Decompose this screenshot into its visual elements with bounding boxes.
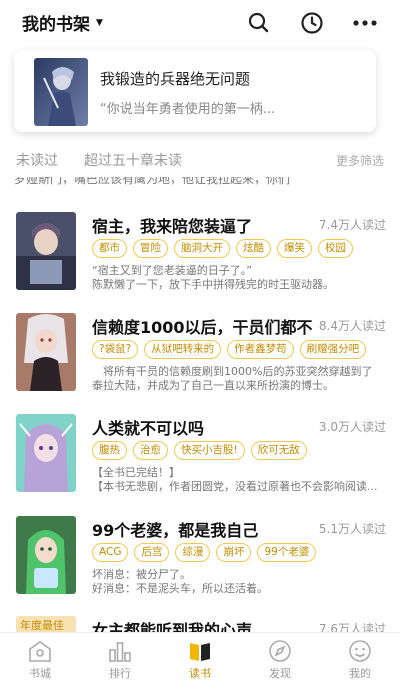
book-cover bbox=[16, 313, 76, 391]
tag-list: 都市 冒险 脑洞大开 炫酷 爆笑 校园 bbox=[92, 239, 353, 258]
partially-scrolled-text: 罗娅斯门，嘴巴应该有鹰为地，他让我拉起来，你们 bbox=[14, 177, 291, 186]
book-list-item[interactable]: 人类就不可以吗 3.0万人读过 腹热 治愈 快买小吉股! 欣可无敌 【全书已完结… bbox=[0, 414, 400, 510]
book-list-item[interactable]: 99个老婆，都是我自己 5.1万人读过 ACG 后宫 综漫 崩坏 99个老婆 坏… bbox=[0, 516, 400, 612]
description-line: 泰拉大陆，并成为了自己一直以来所扮演的博士。 bbox=[92, 379, 334, 392]
page-title: 我的书架 bbox=[22, 15, 90, 35]
bookshelf-title-dropdown[interactable]: 我的书架 ▼ bbox=[22, 10, 103, 35]
book-cover bbox=[16, 516, 76, 594]
book-title: 信赖度1000以后，干员们都不... bbox=[92, 318, 312, 337]
history-clock-icon[interactable] bbox=[297, 8, 327, 38]
nav-label: 排行 bbox=[109, 667, 131, 680]
featured-book-title: 我锻造的兵器绝无问题 bbox=[100, 70, 251, 88]
nav-item-ranking[interactable]: 排行 bbox=[80, 633, 160, 682]
bookstore-icon bbox=[27, 639, 53, 663]
book-tag[interactable]: 治愈 bbox=[133, 441, 168, 460]
book-title: 宿主，我来陪您装逼了 bbox=[92, 217, 253, 236]
description-line: 将所有干员的信赖度刷到1000%后的苏亚突然穿越到了 bbox=[92, 365, 373, 378]
book-tag[interactable]: 99个老婆 bbox=[257, 543, 317, 562]
book-tag[interactable]: ACG bbox=[92, 543, 129, 562]
book-description: “宿主又到了您老装逼的日子了。” 陈默懒了一下，放下手中拼得残完的时王驱动器。 bbox=[92, 264, 387, 292]
read-count: 3.0万人读过 bbox=[318, 420, 386, 434]
book-description: 将所有干员的信赖度刷到1000%后的苏亚突然穿越到了 泰拉大陆，并成为了自己一直… bbox=[92, 365, 387, 393]
book-list-item[interactable]: 宿主，我来陪您装逼了 7.4万人读过 都市 冒险 脑洞大开 炫酷 爆笑 校园 “… bbox=[0, 212, 400, 308]
filter-tab-unread[interactable]: 未读过 bbox=[16, 150, 58, 170]
nav-label: 发现 bbox=[269, 667, 291, 680]
book-cover: 年度最佳 bbox=[16, 616, 76, 632]
description-line: 【全书已完结！】 bbox=[92, 466, 180, 479]
nav-label: 读书 bbox=[189, 667, 211, 680]
featured-book-card[interactable]: 我锻造的兵器绝无问题 “你说当年勇者使用的第一柄... bbox=[14, 50, 376, 132]
book-cover bbox=[16, 212, 76, 290]
description-line: 坏消息：被分尸了。 bbox=[92, 568, 191, 581]
nav-label: 我的 bbox=[349, 667, 371, 680]
book-tag[interactable]: 腹热 bbox=[92, 441, 127, 460]
book-description: 【全书已完结！】 【本书无悲剧，作者团圆党，没看过原著也不会影响阅读... bbox=[92, 466, 387, 494]
book-tag[interactable]: 快买小吉股! bbox=[174, 441, 245, 460]
book-tag[interactable]: 炫酷 bbox=[236, 239, 271, 258]
book-list-item[interactable]: 年度最佳 女主都能听到我的心声 7.6万人读过 bbox=[0, 616, 400, 632]
featured-book-excerpt: “你说当年勇者使用的第一柄... bbox=[100, 102, 276, 117]
book-cover bbox=[16, 414, 76, 492]
tag-list: 腹热 治愈 快买小吉股! 欣可无敌 bbox=[92, 441, 307, 460]
tag-list: ?袋鼠? 从狱吧转来的 作者鑫梦苟 刷赠强分吧 bbox=[92, 340, 367, 359]
nav-label: 书城 bbox=[29, 667, 51, 680]
best-of-year-badge: 年度最佳 bbox=[20, 619, 64, 632]
book-tag[interactable]: 后宫 bbox=[134, 543, 170, 562]
description-line: 【本书无悲剧，作者团圆党，没看过原著也不会影响阅读... bbox=[92, 480, 378, 493]
read-count: 7.6万人读过 bbox=[318, 622, 386, 632]
nav-item-discover[interactable]: 发现 bbox=[240, 633, 320, 682]
featured-book-cover bbox=[34, 58, 88, 126]
top-bar: 我的书架 ▼ bbox=[0, 0, 400, 46]
book-tag[interactable]: 爆笑 bbox=[277, 239, 312, 258]
book-tag[interactable]: 作者鑫梦苟 bbox=[227, 340, 294, 359]
description-line: 好消息：不是泥头车，所以还活着。 bbox=[92, 582, 268, 595]
book-title: 99个老婆，都是我自己 bbox=[92, 521, 259, 540]
nav-item-profile[interactable]: 我的 bbox=[320, 633, 400, 682]
read-count: 5.1万人读过 bbox=[318, 522, 386, 536]
book-tag[interactable]: 都市 bbox=[92, 239, 127, 258]
read-count: 7.4万人读过 bbox=[318, 218, 386, 232]
book-list-item[interactable]: 信赖度1000以后，干员们都不... 8.4万人读过 ?袋鼠? 从狱吧转来的 作… bbox=[0, 313, 400, 409]
search-icon[interactable] bbox=[244, 8, 274, 38]
tag-list: ACG 后宫 综漫 崩坏 99个老婆 bbox=[92, 543, 317, 562]
book-tag[interactable]: ?袋鼠? bbox=[92, 340, 139, 359]
book-tag[interactable]: 刷赠强分吧 bbox=[299, 340, 367, 359]
more-icon[interactable] bbox=[350, 8, 380, 38]
book-tag[interactable]: 脑洞大开 bbox=[174, 239, 230, 258]
book-tag[interactable]: 欣可无敌 bbox=[250, 441, 307, 460]
profile-icon bbox=[347, 639, 373, 663]
book-description: 坏消息：被分尸了。 好消息：不是泥头车，所以还活着。 bbox=[92, 568, 387, 596]
read-count: 8.4万人读过 bbox=[318, 319, 386, 333]
description-line: 陈默懒了一下，放下手中拼得残完的时王驱动器。 bbox=[92, 278, 334, 291]
book-tag[interactable]: 冒险 bbox=[133, 239, 168, 258]
caret-down-icon: ▼ bbox=[96, 17, 103, 28]
filter-bar: 未读过 超过五十章未读 更多筛选 bbox=[0, 148, 400, 174]
description-line: “宿主又到了您老装逼的日子了。” bbox=[92, 264, 252, 277]
nav-item-read[interactable]: 读书 bbox=[160, 633, 240, 682]
book-tag[interactable]: 综漫 bbox=[175, 543, 211, 562]
book-tag[interactable]: 从狱吧转来的 bbox=[144, 340, 222, 359]
filter-tab-over-fifty-unread[interactable]: 超过五十章未读 bbox=[84, 150, 182, 170]
book-title: 女主都能听到我的心声 bbox=[92, 621, 253, 632]
book-tag[interactable]: 校园 bbox=[318, 239, 353, 258]
ranking-icon bbox=[107, 639, 133, 663]
more-filters-link[interactable]: 更多筛选 bbox=[336, 152, 384, 169]
bottom-navigation: 书城 排行 读书 发现 我的 bbox=[0, 632, 400, 682]
compass-icon bbox=[267, 639, 293, 663]
nav-item-bookstore[interactable]: 书城 bbox=[0, 633, 80, 682]
book-title: 人类就不可以吗 bbox=[92, 419, 205, 438]
book-tag[interactable]: 崩坏 bbox=[216, 543, 252, 562]
read-book-icon bbox=[187, 639, 213, 663]
